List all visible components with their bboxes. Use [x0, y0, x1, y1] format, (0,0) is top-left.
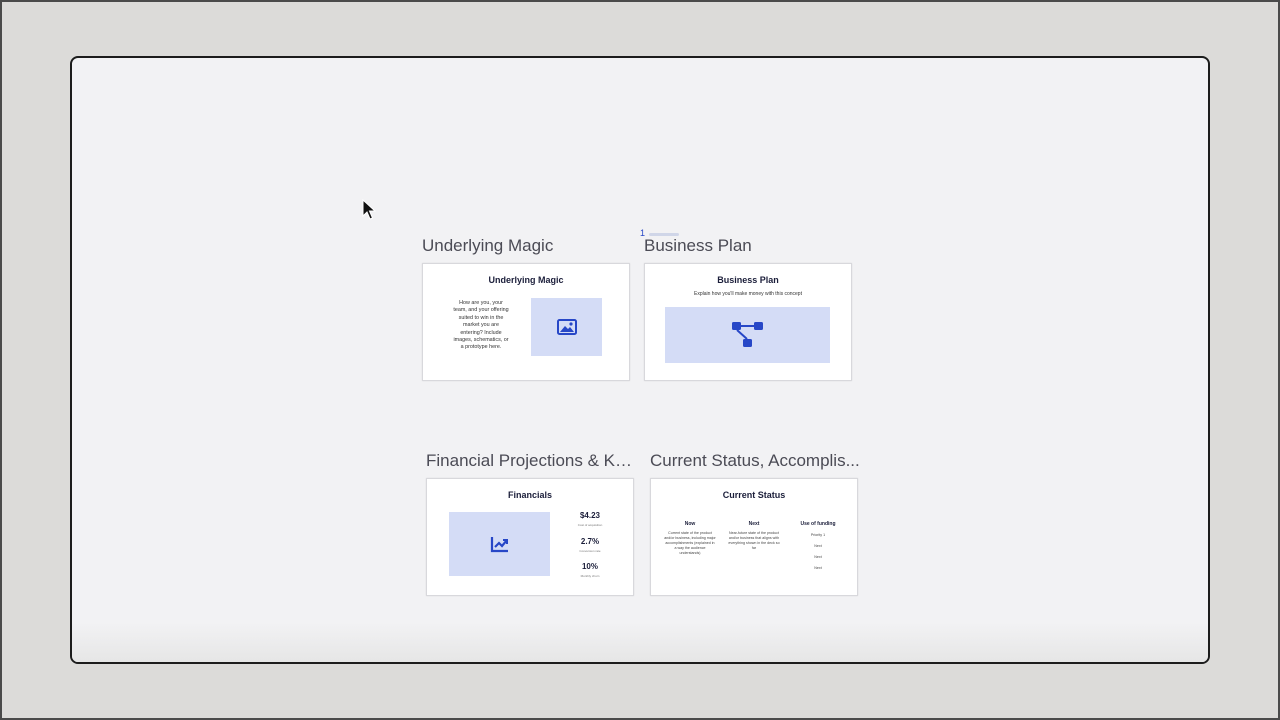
chart-up-icon: [490, 537, 508, 553]
slide-thumbnail-underlying-magic[interactable]: Underlying Magic How are you, your team,…: [422, 263, 630, 381]
flowchart-icon: [731, 322, 763, 347]
stat-value: 10%: [581, 562, 598, 571]
slide-thumbnail-financials[interactable]: Financials $4.23 Cost of acquisition 2.7…: [426, 478, 634, 596]
column-text-next: Near-future state of the product and/or …: [728, 531, 780, 550]
image-placeholder: [531, 298, 602, 356]
canvas-bottom-fade: [72, 622, 1208, 662]
funding-item: Next: [814, 555, 822, 559]
column-text-now: Current state of the product and/or busi…: [664, 531, 716, 555]
thumb-subtitle: Explain how you'll make money with this …: [694, 291, 802, 297]
chart-placeholder: [449, 512, 550, 576]
thumb-heading: Financials: [507, 490, 552, 500]
slide-title-business-plan[interactable]: Business Plan: [644, 236, 854, 256]
slide-thumbnail-current-status[interactable]: Current Status Now Current state of the …: [650, 478, 858, 596]
slide-title-current-status[interactable]: Current Status, Accomplis...: [650, 451, 860, 471]
slide-title-underlying-magic[interactable]: Underlying Magic: [422, 236, 632, 256]
stat-value: 2.7%: [580, 537, 600, 546]
column-heading-now: Now: [684, 521, 696, 527]
funding-item: Next: [814, 566, 822, 570]
diagram-placeholder: [665, 307, 830, 363]
thumb-body-text: How are you, your team, and your offerin…: [453, 300, 509, 351]
mouse-pointer-icon: [362, 199, 376, 220]
slide-thumbnail-business-plan[interactable]: Business Plan Explain how you'll make mo…: [644, 263, 852, 381]
stat-label: Cost of acquisition: [577, 523, 603, 527]
image-icon: [556, 319, 577, 335]
thumb-heading: Underlying Magic: [488, 275, 564, 285]
column-heading-funding: Use of funding: [800, 521, 836, 527]
column-heading-next: Next: [748, 521, 760, 527]
stat-value: $4.23: [579, 511, 601, 520]
stat-label: Monthly churn: [580, 574, 600, 578]
funding-item: Priority 1: [810, 533, 826, 537]
thumb-heading: Current Status: [722, 490, 786, 500]
funding-item: Next: [814, 544, 822, 548]
slide-title-financial-projections[interactable]: Financial Projections & Ke...: [426, 451, 636, 471]
thumb-heading: Business Plan: [717, 275, 779, 285]
stat-label: Conversion rate: [579, 549, 601, 553]
slide-sorter-canvas[interactable]: [70, 56, 1210, 664]
